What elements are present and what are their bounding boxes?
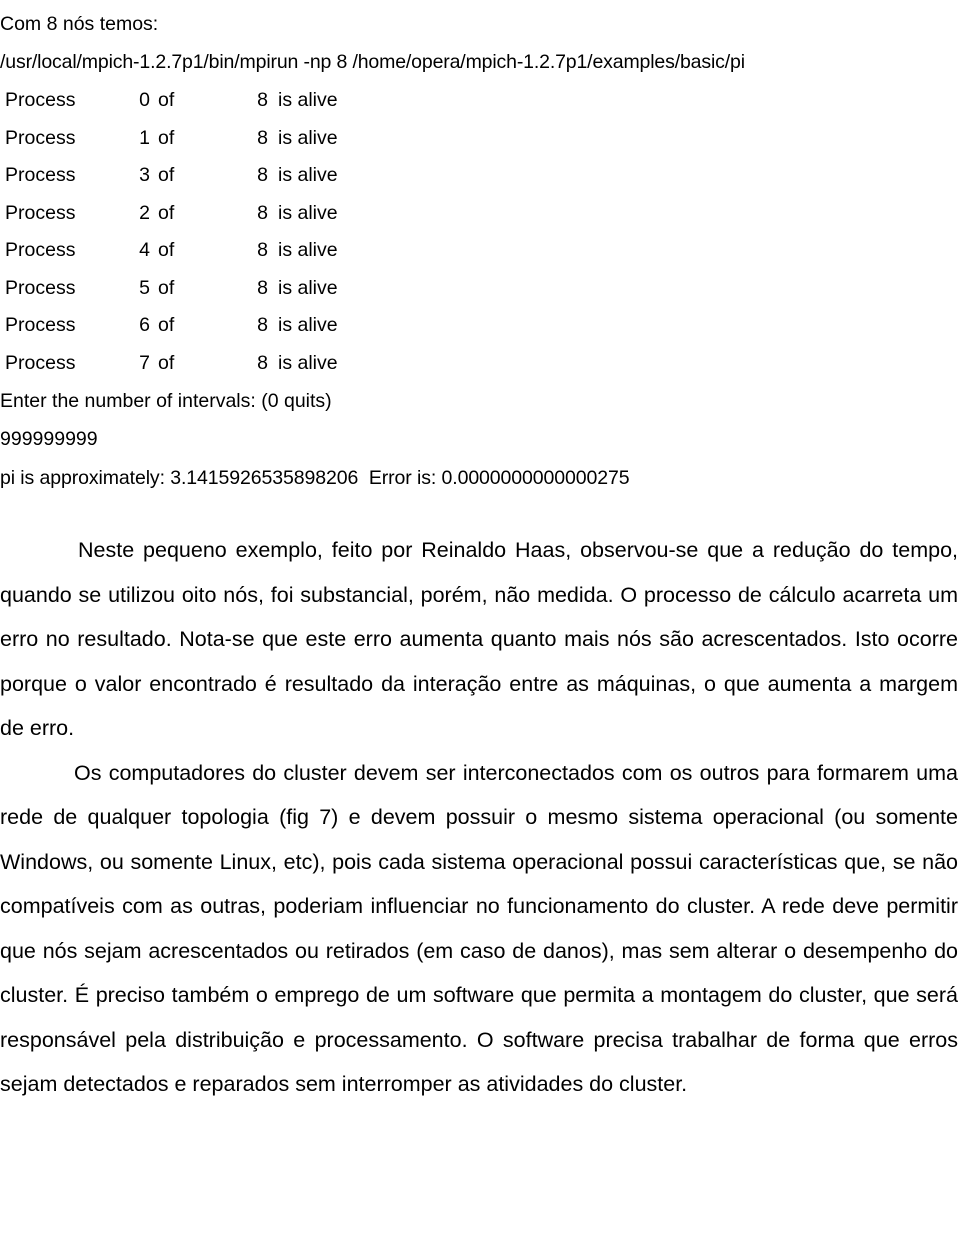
process-rank: 3 xyxy=(139,164,150,186)
process-label: Process xyxy=(5,126,76,149)
process-state: is alive xyxy=(278,314,338,336)
process-rank: 1 xyxy=(139,126,150,149)
process-label: Process xyxy=(5,351,76,374)
process-state: is alive xyxy=(278,164,338,186)
process-label: Process xyxy=(5,89,76,111)
process-row: Process 4 of 8 is alive xyxy=(0,232,960,270)
process-row: Process 3 of 8 is alive xyxy=(0,157,960,195)
process-state: is alive xyxy=(278,239,338,261)
process-rank: 0 xyxy=(139,89,150,111)
process-list: Process 0 of 8 is alive Process 1 of 8 i… xyxy=(0,82,960,382)
process-of-word: of xyxy=(158,351,175,374)
process-total: 8 xyxy=(257,126,268,149)
process-row: Process 6 of 8 is alive xyxy=(0,307,960,345)
process-row: Process 5 of 8 is alive xyxy=(0,270,960,308)
mpirun-command-line: /usr/local/mpich-1.2.7p1/bin/mpirun -np … xyxy=(0,51,745,73)
process-of-word: of xyxy=(158,164,175,186)
process-total: 8 xyxy=(257,239,268,261)
process-label: Process xyxy=(5,239,76,261)
process-of-word: of xyxy=(158,126,175,149)
process-of-word: of xyxy=(158,89,175,111)
process-of-word: of xyxy=(158,314,175,336)
process-label: Process xyxy=(5,276,76,299)
paragraph: Os computadores do cluster devem ser int… xyxy=(0,760,958,1097)
process-rank: 5 xyxy=(139,276,150,299)
paragraph: Neste pequeno exemplo, feito por Reinald… xyxy=(0,538,958,740)
process-label: Process xyxy=(5,164,76,186)
process-of-word: of xyxy=(158,276,175,299)
process-of-word: of xyxy=(158,201,175,224)
process-row: Process 1 of 8 is alive xyxy=(0,120,960,158)
process-state: is alive xyxy=(278,126,338,149)
process-rank: 7 xyxy=(139,351,150,374)
intervals-prompt: Enter the number of intervals: (0 quits) xyxy=(0,390,332,412)
process-row: Process 7 of 8 is alive xyxy=(0,345,960,383)
process-state: is alive xyxy=(278,351,338,374)
process-state: is alive xyxy=(278,276,338,299)
intervals-user-input: 999999999 xyxy=(0,428,98,450)
process-row: Process 0 of 8 is alive xyxy=(0,82,960,120)
process-total: 8 xyxy=(257,351,268,374)
process-total: 8 xyxy=(257,314,268,336)
process-state: is alive xyxy=(278,89,338,111)
terminal-output-block: Com 8 nós temos: /usr/local/mpich-1.2.7p… xyxy=(0,0,960,498)
process-rank: 2 xyxy=(139,201,150,224)
body-text-block: Neste pequeno exemplo, feito por Reinald… xyxy=(0,528,960,1107)
process-label: Process xyxy=(5,201,76,224)
document-page: Com 8 nós temos: /usr/local/mpich-1.2.7p… xyxy=(0,0,960,1234)
process-rank: 4 xyxy=(139,239,150,261)
process-row: Process 2 of 8 is alive xyxy=(0,195,960,233)
process-label: Process xyxy=(5,314,76,336)
process-total: 8 xyxy=(257,201,268,224)
process-total: 8 xyxy=(257,276,268,299)
process-of-word: of xyxy=(158,239,175,261)
process-rank: 6 xyxy=(139,314,150,336)
process-total: 8 xyxy=(257,89,268,111)
process-state: is alive xyxy=(278,201,338,224)
pi-result-line: pi is approximately: 3.1415926535898206 … xyxy=(0,467,630,489)
process-total: 8 xyxy=(257,164,268,186)
intro-line: Com 8 nós temos: xyxy=(0,13,159,35)
